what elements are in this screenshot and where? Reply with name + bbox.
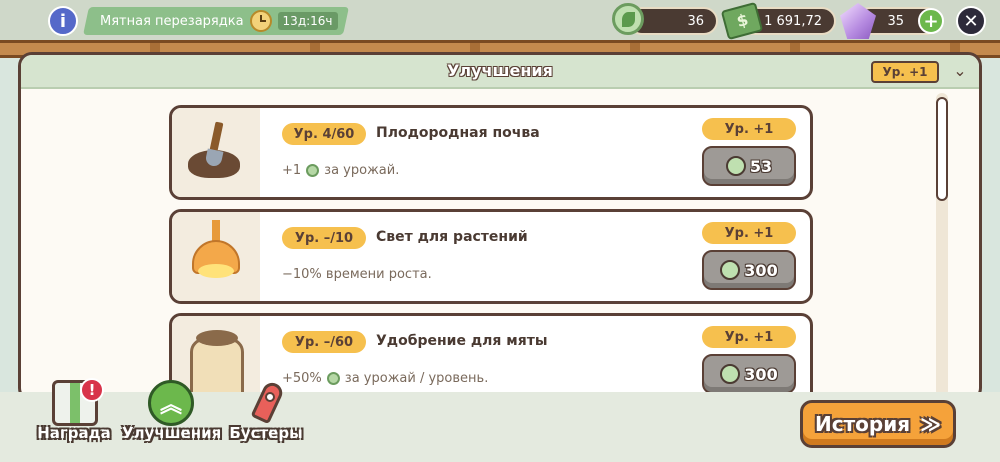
timer-label: Мятная перезарядка	[100, 13, 244, 29]
level-step-toggle[interactable]: Ур. +1	[871, 61, 939, 83]
mint-icon	[326, 372, 340, 385]
level-up-label: Ур. +1	[702, 118, 796, 140]
upgrade-level-badge: Ур. –/60	[282, 331, 366, 353]
soil-shovel-icon	[172, 108, 260, 197]
nav-reward[interactable]: ! Награда	[34, 378, 114, 462]
close-button[interactable]: ✕	[956, 6, 986, 36]
nav-boosters-label: Бустеры	[229, 424, 303, 442]
upgrade-description: −10% времени роста.	[282, 267, 432, 282]
nav-upgrades[interactable]: ︽ Улучшения	[122, 378, 222, 462]
panel-title: Улучшения	[447, 61, 553, 80]
buy-upgrade-button[interactable]: 53	[702, 146, 796, 186]
mint-icon	[720, 364, 741, 384]
mint-icon	[306, 164, 320, 177]
upgrade-description: +50% за урожай / уровень.	[282, 371, 488, 386]
chevron-down-icon[interactable]: ⌄	[949, 61, 971, 81]
gem-amount: 35	[887, 13, 904, 29]
buy-upgrade-button[interactable]: 300	[702, 354, 796, 394]
upgrade-description: +1 за урожай.	[282, 163, 399, 178]
history-button[interactable]: История ≫	[800, 400, 956, 448]
upgrade-cost: 300	[744, 260, 778, 280]
upgrade-card-fertile-soil: Ур. 4/60 Плодородная почва +1 за урожай.…	[169, 105, 813, 200]
panel-header: Улучшения Ур. +1 ⌄	[21, 55, 979, 89]
double-chevron-up-icon: ︽	[148, 380, 194, 426]
desc-suffix: за урожай.	[324, 163, 400, 178]
upgrade-cost: 300	[744, 364, 778, 384]
mint-coin-icon	[612, 3, 644, 35]
nav-boosters[interactable]: Бустеры	[226, 378, 306, 462]
add-gems-button[interactable]: +	[918, 8, 944, 34]
info-button[interactable]: i	[48, 6, 78, 36]
scrollbar[interactable]	[936, 93, 948, 397]
history-label: История	[814, 412, 911, 436]
background-right	[980, 58, 1000, 398]
desc-prefix: −10% времени роста.	[282, 267, 432, 282]
buy-upgrade-button[interactable]: 300	[702, 250, 796, 290]
upgrade-name: Удобрение для мяты	[376, 333, 548, 349]
desc-suffix: за урожай / уровень.	[344, 371, 489, 386]
nav-upgrades-label: Улучшения	[122, 424, 222, 442]
level-up-label: Ур. +1	[702, 222, 796, 244]
clock-icon	[249, 10, 272, 32]
upgrade-level-badge: Ур. 4/60	[282, 123, 366, 145]
upgrade-name: Плодородная почва	[376, 125, 540, 141]
desc-prefix: +1	[282, 163, 302, 178]
mint-recharge-timer: Мятная перезарядка 13д:16ч	[100, 7, 340, 35]
cash-amount: 1 691,72	[764, 13, 822, 29]
upgrade-level-badge: Ур. –/10	[282, 227, 366, 249]
level-up-label: Ур. +1	[702, 326, 796, 348]
upgrades-panel: Улучшения Ур. +1 ⌄ Ур. 4/60 Плодородная …	[18, 52, 982, 402]
mint-icon	[725, 156, 746, 176]
lamp-icon	[172, 212, 260, 301]
mint-icon	[720, 260, 741, 280]
rocket-icon	[244, 379, 290, 426]
alert-badge: !	[80, 378, 104, 402]
mint-amount: 36	[687, 13, 704, 29]
upgrade-name: Свет для растений	[376, 229, 528, 245]
upgrade-card-plant-light: Ур. –/10 Свет для растений −10% времени …	[169, 209, 813, 304]
double-chevron-right-icon: ≫	[920, 412, 942, 436]
background-left	[0, 58, 20, 398]
scroll-thumb[interactable]	[936, 97, 948, 201]
info-icon: i	[59, 10, 67, 32]
nav-reward-label: Награда	[37, 424, 111, 442]
timer-value: 13д:16ч	[277, 12, 338, 30]
close-icon: ✕	[963, 10, 979, 32]
plus-icon: +	[923, 10, 939, 32]
upgrade-cost: 53	[749, 156, 773, 176]
